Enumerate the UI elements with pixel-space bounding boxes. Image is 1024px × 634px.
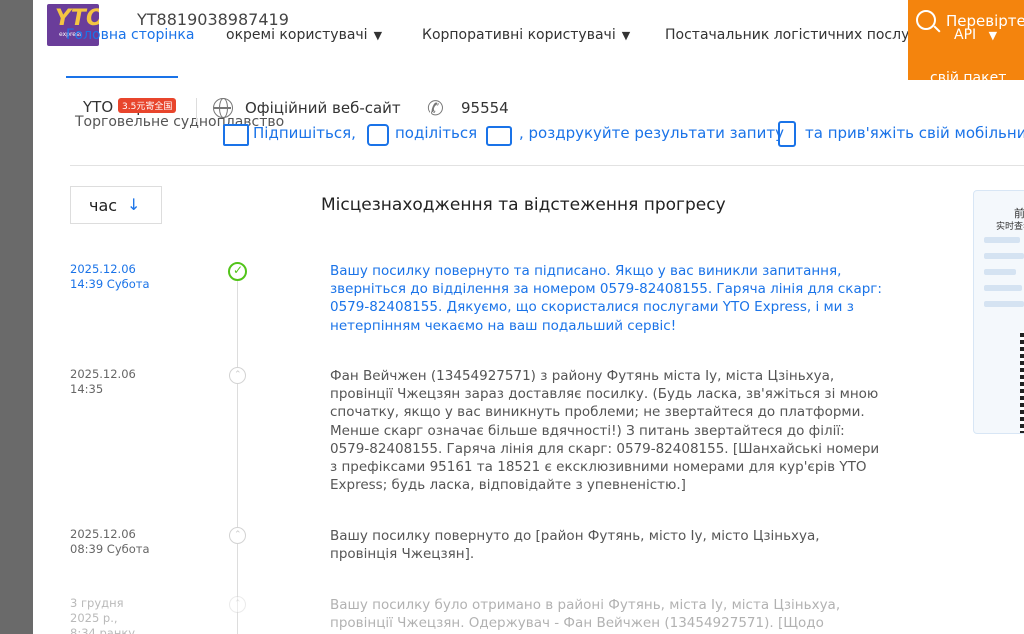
event-date: 2025.12.06 (70, 527, 136, 541)
printer-icon (486, 126, 512, 146)
event-timestamp: 2025.12.06 14:35 (70, 367, 136, 397)
hotline-number: 95554 (461, 99, 509, 117)
app-promo-card[interactable]: 前 实时查看 (973, 190, 1024, 434)
api-menu[interactable]: API ▼ (954, 27, 997, 43)
event-date: 3 грудня (70, 596, 124, 610)
event-time-2: 8:34 ранку (70, 626, 136, 634)
page: YTO express YT8819038987419 Головна стор… (33, 0, 1024, 634)
chevron-up-circle-icon: ⌃ (229, 367, 246, 384)
share-link[interactable]: поділіться (395, 124, 477, 142)
promo-line (984, 301, 1024, 307)
nav-individual-users[interactable]: окремі користувачі ▼ (226, 27, 382, 43)
check-package-button[interactable]: Перевірте API ▼ свій пакет (908, 0, 1024, 80)
nav-logistics-providers-label: Постачальник логістичних послуг (665, 27, 917, 43)
promo-subtitle: 实时查看 (996, 222, 1024, 232)
promo-line (984, 237, 1020, 243)
event-date: 2025.12.06 (70, 262, 136, 276)
chevron-up-circle-icon: ⌃ (229, 527, 246, 544)
print-link[interactable]: , роздрукуйте результати запиту (519, 124, 784, 142)
chevron-down-icon: ▼ (621, 29, 631, 42)
nav-home[interactable]: Головна сторінка (66, 27, 194, 43)
event-date: 2025.12.06 (70, 367, 136, 381)
top-nav: YTO express YT8819038987419 Головна стор… (33, 0, 1024, 50)
sort-arrow-icon: ↓ (127, 195, 141, 214)
event-time: 08:39 Субота (70, 542, 150, 556)
phone-icon: ✆ (427, 96, 444, 120)
promo-line (984, 253, 1024, 259)
active-tab-indicator (66, 76, 178, 78)
event-time: 2025 р., (70, 611, 118, 625)
check-circle-icon: ✓ (228, 262, 247, 281)
nav-home-label: Головна сторінка (66, 27, 195, 43)
share-icon (367, 124, 389, 146)
event-time: 14:35 (70, 382, 104, 396)
section-divider (70, 165, 1024, 166)
section-title: Місцезнаходження та відстеження прогресу (321, 195, 726, 215)
promo-line (984, 285, 1022, 291)
check-package-tail: свій пакет (930, 70, 1007, 80)
nav-individual-users-label: окремі користувачі (226, 27, 368, 43)
official-website-link[interactable]: Офіційний веб-сайт (245, 99, 401, 117)
globe-icon (213, 98, 233, 118)
search-icon (916, 10, 936, 30)
event-timestamp: 2025.12.06 08:39 Субота (70, 527, 150, 557)
event-description: Вашу посилку повернуто та підписано. Якщ… (330, 263, 882, 334)
event-time: 14:39 Субота (70, 277, 150, 291)
sort-by-time-button[interactable]: час ↓ (70, 186, 162, 224)
event-timestamp: 2025.12.06 14:39 Субота (70, 262, 150, 292)
qr-code (1020, 331, 1024, 433)
event-description: Вашу посилку було отримано в районі Футя… (330, 597, 841, 634)
divider (196, 98, 197, 122)
mobile-icon (778, 121, 796, 147)
book-icon (223, 124, 249, 146)
promo-badge: 3.5元寄全国 (118, 98, 177, 113)
event-description: Фан Вейчжен (13454927571) з району Футян… (330, 368, 880, 494)
bind-mobile-link[interactable]: та прив'яжіть свій мобільний (805, 124, 1024, 142)
nav-corporate-users-label: Корпоративні користувачі (422, 27, 616, 43)
chevron-up-circle-icon: ⌃ (229, 596, 246, 613)
api-label: API (954, 27, 977, 43)
subscribe-link[interactable]: Підпишіться, (253, 124, 356, 142)
nav-logistics-providers[interactable]: Постачальник логістичних послуг▼ (665, 27, 931, 43)
promo-line (984, 269, 1016, 275)
sort-label: час (89, 196, 118, 215)
event-timestamp: 3 грудня 2025 р., 8:34 ранку (70, 596, 135, 634)
chevron-down-icon: ▼ (373, 29, 383, 42)
event-description: Вашу посилку повернуто до [район Футянь,… (330, 528, 820, 563)
chevron-down-icon: ▼ (988, 29, 998, 42)
timeline-line (237, 270, 238, 634)
nav-corporate-users[interactable]: Корпоративні користувачі ▼ (422, 27, 630, 43)
